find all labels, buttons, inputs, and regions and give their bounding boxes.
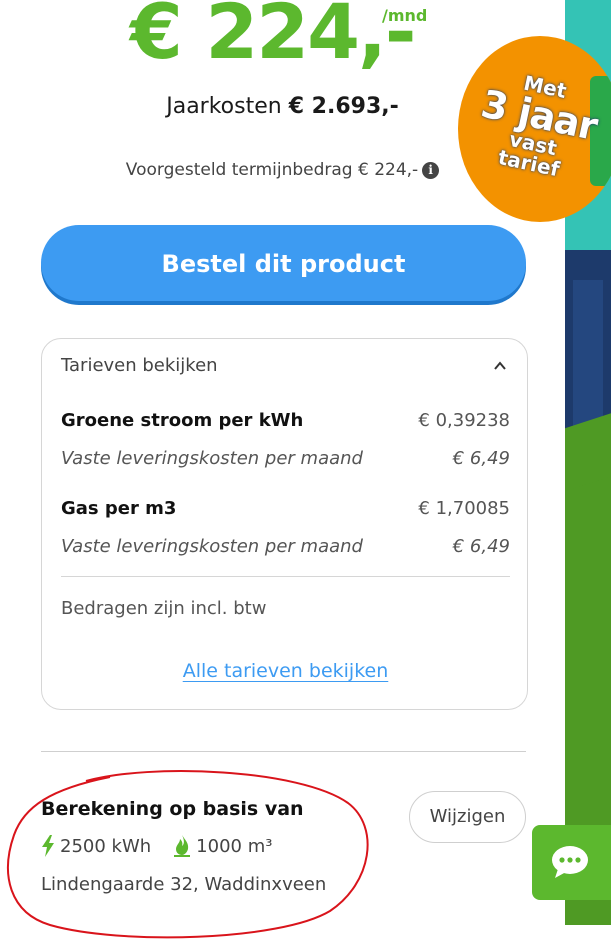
monthly-price: € 224,-: [130, 0, 416, 76]
usage-summary: 2500 kWh 1000 m³: [41, 835, 294, 857]
price-unit: /mnd: [382, 6, 428, 25]
tariff-value: € 0,39238: [418, 410, 510, 431]
tariff-value: € 6,49: [452, 448, 510, 469]
chat-button[interactable]: [532, 825, 611, 900]
fixed-rate-badge: Met 3 jaar vast tarief: [458, 36, 611, 222]
gas-usage-value: 1000 m³: [196, 835, 273, 857]
proposed-installment: Voorgesteld termijnbedrag € 224,- i: [0, 160, 565, 180]
tariff-label: Vaste leveringskosten per maand: [61, 448, 363, 469]
proposed-installment-text: Voorgesteld termijnbedrag € 224,-: [125, 160, 419, 180]
tariff-label: Groene stroom per kWh: [61, 410, 304, 431]
change-button[interactable]: Wijzigen: [409, 791, 526, 843]
all-tariffs-link[interactable]: Alle tarieven bekijken: [183, 660, 389, 682]
gas-usage: 1000 m³: [173, 835, 272, 857]
chevron-up-icon[interactable]: [493, 359, 507, 373]
tariff-row-gas-fixed: Vaste leveringskosten per maand € 6,49: [61, 536, 510, 557]
yearly-cost: Jaarkosten € 2.693,-: [0, 94, 565, 119]
yearly-cost-value: € 2.693,-: [288, 94, 399, 119]
flame-icon: [174, 835, 191, 857]
calculation-title: Berekening op basis van: [41, 798, 304, 820]
info-icon[interactable]: i: [422, 162, 440, 179]
chat-icon: [552, 846, 588, 878]
yearly-cost-label: Jaarkosten: [166, 94, 282, 119]
address: Lindengaarde 32, Waddinxveen: [41, 874, 327, 895]
vat-note: Bedragen zijn incl. btw: [61, 598, 267, 619]
tariff-row-gas: Gas per m3 € 1,70085: [61, 498, 510, 519]
tariff-label: Gas per m3: [61, 498, 177, 519]
section-divider: [41, 751, 526, 752]
electricity-usage-value: 2500 kWh: [60, 835, 152, 857]
order-button[interactable]: Bestel dit product: [41, 225, 526, 301]
tariff-row-electricity: Groene stroom per kWh € 0,39238: [61, 410, 510, 431]
tariff-value: € 6,49: [452, 536, 510, 557]
tariffs-panel: Tarieven bekijken Groene stroom per kWh …: [41, 338, 528, 710]
tariffs-divider: [61, 576, 510, 577]
tariffs-header[interactable]: Tarieven bekijken: [61, 355, 218, 376]
lightning-icon: [42, 835, 54, 857]
all-tariffs-link-wrap: Alle tarieven bekijken: [42, 660, 529, 682]
tariff-value: € 1,70085: [418, 498, 510, 519]
tariff-row-electricity-fixed: Vaste leveringskosten per maand € 6,49: [61, 448, 510, 469]
tariff-label: Vaste leveringskosten per maand: [61, 536, 363, 557]
electricity-usage: 2500 kWh: [41, 835, 151, 857]
